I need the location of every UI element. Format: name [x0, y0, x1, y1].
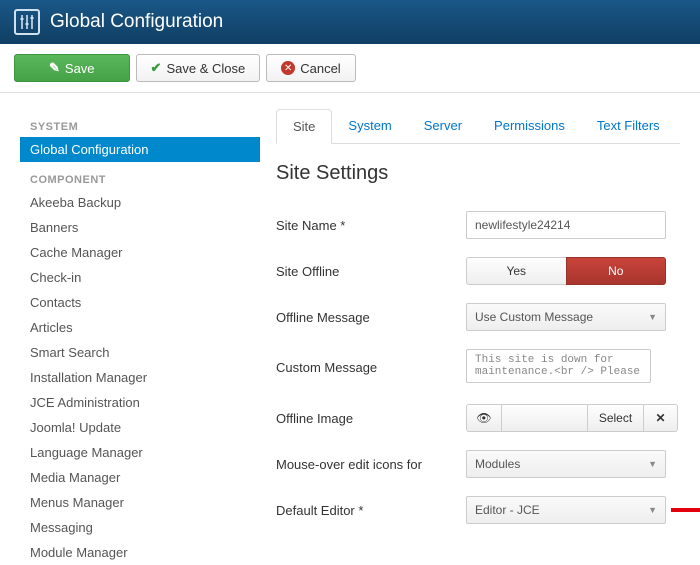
sidebar-item-language-manager[interactable]: Language Manager — [20, 440, 260, 465]
label-site-offline: Site Offline — [276, 264, 466, 279]
mouseover-value: Modules — [475, 457, 520, 471]
tab-system[interactable]: System — [332, 109, 407, 143]
label-mouseover: Mouse-over edit icons for — [276, 457, 466, 472]
sidebar-item-menus-manager[interactable]: Menus Manager — [20, 490, 260, 515]
sidebar-item-contacts[interactable]: Contacts — [20, 290, 260, 315]
default-editor-value: Editor - JCE — [475, 503, 540, 517]
sidebar-item-installation-manager[interactable]: Installation Manager — [20, 365, 260, 390]
chevron-down-icon: ▼ — [648, 459, 657, 469]
cancel-label: Cancel — [300, 61, 340, 76]
sidebar-item-joomla-update[interactable]: Joomla! Update — [20, 415, 260, 440]
site-offline-yes[interactable]: Yes — [466, 257, 566, 285]
check-icon: ✔ — [151, 60, 162, 76]
sidebar-item-banners[interactable]: Banners — [20, 215, 260, 240]
offline-image-path[interactable] — [502, 404, 588, 432]
save-close-button[interactable]: ✔ Save & Close — [136, 54, 261, 82]
label-default-editor: Default Editor * — [276, 503, 466, 518]
sidebar-item-articles[interactable]: Articles — [20, 315, 260, 340]
sidebar: SYSTEM Global Configuration COMPONENT Ak… — [0, 93, 260, 565]
site-offline-no[interactable]: No — [566, 257, 667, 285]
arrow-annotation — [671, 503, 700, 517]
tab-server[interactable]: Server — [408, 109, 478, 143]
sidebar-item-cache-manager[interactable]: Cache Manager — [20, 240, 260, 265]
default-editor-select[interactable]: Editor - JCE ▼ — [466, 496, 666, 524]
offline-message-select[interactable]: Use Custom Message ▼ — [466, 303, 666, 331]
sidebar-head-component: COMPONENT — [20, 174, 260, 186]
cancel-icon: ✕ — [281, 61, 295, 75]
site-name-input[interactable] — [466, 211, 666, 239]
sidebar-item-check-in[interactable]: Check-in — [20, 265, 260, 290]
sidebar-item-messaging[interactable]: Messaging — [20, 515, 260, 540]
cancel-button[interactable]: ✕ Cancel — [266, 54, 355, 82]
sidebar-head-system: SYSTEM — [20, 121, 260, 133]
top-bar: Global Configuration — [0, 0, 700, 44]
close-icon: ✕ — [655, 411, 665, 425]
save-button[interactable]: ✎ Save — [14, 54, 130, 82]
save-button-label: Save — [65, 61, 95, 76]
sidebar-item-akeeba-backup[interactable]: Akeeba Backup — [20, 190, 260, 215]
sidebar-item-jce-administration[interactable]: JCE Administration — [20, 390, 260, 415]
sidebar-item-module-manager[interactable]: Module Manager — [20, 540, 260, 565]
offline-message-value: Use Custom Message — [475, 310, 593, 324]
label-offline-image: Offline Image — [276, 411, 466, 426]
preview-button[interactable]: 👁 — [466, 404, 502, 432]
custom-message-textarea[interactable]: This site is down for maintenance.<br />… — [466, 349, 651, 383]
save-close-label: Save & Close — [166, 61, 245, 76]
toolbar: ✎ Save ✔ Save & Close ✕ Cancel — [0, 44, 700, 93]
label-offline-message: Offline Message — [276, 310, 466, 325]
chevron-down-icon: ▼ — [648, 505, 657, 515]
sidebar-item-media-manager[interactable]: Media Manager — [20, 465, 260, 490]
tabs: Site System Server Permissions Text Filt… — [276, 109, 680, 144]
tab-permissions[interactable]: Permissions — [478, 109, 581, 143]
sidebar-item-global-configuration[interactable]: Global Configuration — [20, 137, 260, 162]
sidebar-item-smart-search[interactable]: Smart Search — [20, 340, 260, 365]
select-image-button[interactable]: Select — [588, 404, 644, 432]
label-site-name: Site Name * — [276, 218, 466, 233]
apply-icon: ✎ — [49, 60, 60, 76]
eye-icon: 👁 — [476, 411, 491, 425]
site-offline-toggle: Yes No — [466, 257, 666, 285]
label-custom-message: Custom Message — [276, 360, 466, 375]
clear-image-button[interactable]: ✕ — [644, 404, 678, 432]
sliders-icon — [14, 9, 40, 35]
offline-image-picker: 👁 Select ✕ — [466, 404, 678, 432]
content: Site System Server Permissions Text Filt… — [260, 93, 700, 565]
tab-text-filters[interactable]: Text Filters — [581, 109, 676, 143]
page-title: Global Configuration — [50, 11, 223, 33]
chevron-down-icon: ▼ — [648, 312, 657, 322]
tab-site[interactable]: Site — [276, 109, 332, 144]
mouseover-select[interactable]: Modules ▼ — [466, 450, 666, 478]
section-title: Site Settings — [276, 162, 680, 185]
